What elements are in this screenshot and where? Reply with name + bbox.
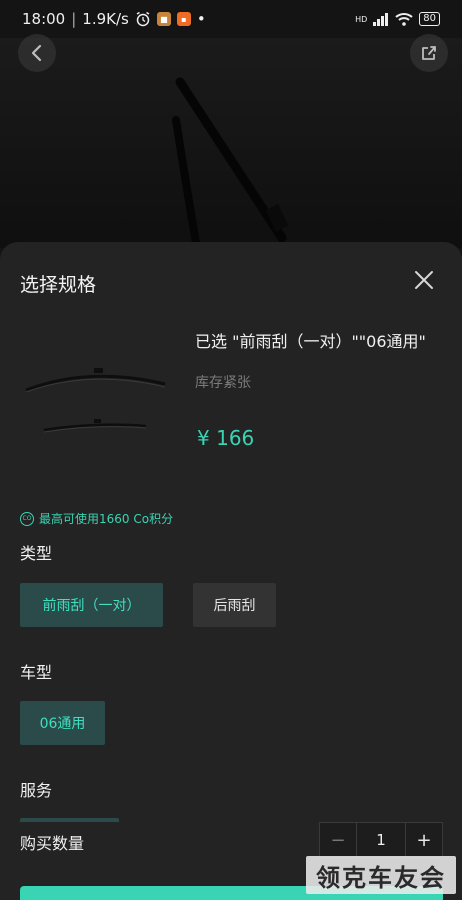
alarm-icon bbox=[136, 11, 150, 27]
type-option-rear-wiper[interactable]: 后雨刮 bbox=[193, 583, 276, 627]
price-symbol: ¥ bbox=[197, 426, 210, 450]
price: ¥ 166 bbox=[197, 426, 254, 450]
service-option-partial[interactable] bbox=[20, 818, 119, 822]
service-label: 服务 bbox=[20, 781, 53, 800]
quantity-value[interactable]: 1 bbox=[356, 823, 406, 857]
status-bar: 18:00 | 1.9K/s ■ ▪ • HD 80 bbox=[0, 0, 462, 38]
co-points-icon: CO bbox=[20, 511, 34, 526]
type-label: 类型 bbox=[20, 544, 53, 563]
hd-label: HD bbox=[355, 14, 368, 24]
model-label: 车型 bbox=[20, 663, 53, 682]
quantity-label: 购买数量 bbox=[20, 834, 85, 853]
signal-icon bbox=[373, 12, 389, 26]
back-button[interactable] bbox=[18, 34, 56, 72]
mi-app-icon: ▪ bbox=[176, 12, 191, 26]
quantity-minus-button[interactable]: − bbox=[320, 823, 356, 857]
back-arrow-icon bbox=[31, 44, 42, 62]
type-option-front-wiper[interactable]: 前雨刮（一对） bbox=[20, 583, 163, 627]
points-info: CO 最高可使用1660 Co积分 bbox=[20, 510, 173, 527]
sheet-title: 选择规格 bbox=[20, 274, 97, 296]
app-notification-icon: ■ bbox=[156, 12, 171, 26]
wiper-product-image bbox=[172, 77, 289, 247]
status-time: 18:00 bbox=[22, 10, 66, 28]
points-text: 最高可使用1660 Co积分 bbox=[39, 512, 174, 526]
close-button[interactable] bbox=[412, 268, 436, 292]
quantity-stepper: − 1 + bbox=[319, 822, 443, 858]
share-button[interactable] bbox=[410, 34, 448, 72]
more-notifications-icon: • bbox=[196, 10, 206, 28]
wifi-icon bbox=[395, 13, 413, 26]
wiper-thumbnail-image bbox=[25, 368, 166, 433]
battery-indicator: 80 bbox=[419, 12, 440, 26]
watermark-logo: 领克车友会 bbox=[306, 856, 456, 894]
status-speed: 1.9K/s bbox=[82, 10, 129, 28]
stock-status: 库存紧张 bbox=[195, 375, 251, 391]
selected-spec-text: 已选 "前雨刮（一对）""06通用" bbox=[195, 332, 426, 351]
spec-selection-sheet: 选择规格 已选 "前雨刮（一对）""06通用" 库存紧张 ¥ 166 CO 最高… bbox=[0, 242, 462, 900]
product-image-area bbox=[0, 34, 462, 248]
quantity-plus-button[interactable]: + bbox=[406, 823, 442, 857]
close-icon bbox=[415, 271, 433, 289]
product-thumbnail bbox=[20, 342, 180, 462]
share-icon bbox=[422, 46, 436, 60]
model-option-06[interactable]: 06通用 bbox=[20, 701, 105, 745]
price-value: 166 bbox=[216, 426, 255, 450]
